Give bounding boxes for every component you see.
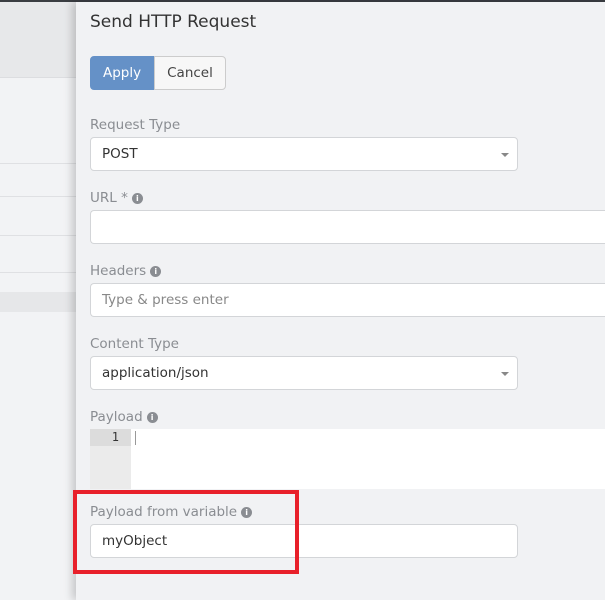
red-highlight-box: [73, 490, 299, 574]
headers-label: Headers i: [90, 263, 162, 279]
request-type-value: POST: [102, 146, 138, 162]
url-input[interactable]: [90, 210, 605, 244]
chevron-down-icon: [501, 372, 509, 376]
chevron-down-icon: [501, 153, 509, 157]
info-icon[interactable]: i: [146, 411, 158, 423]
headers-placeholder: Type & press enter: [102, 292, 229, 308]
request-type-select[interactable]: POST: [90, 137, 518, 171]
content-type-select[interactable]: application/json: [90, 356, 518, 390]
text-cursor: [135, 431, 136, 445]
apply-button[interactable]: Apply: [90, 56, 155, 90]
editor-gutter: 1: [90, 429, 131, 489]
info-icon[interactable]: i: [150, 265, 162, 277]
panel-title: Send HTTP Request: [90, 12, 257, 32]
request-type-label: Request Type: [90, 117, 181, 133]
headers-input[interactable]: Type & press enter: [90, 283, 605, 317]
line-number: 1: [90, 429, 131, 446]
payload-editor[interactable]: 1: [90, 429, 605, 489]
content-type-label: Content Type: [90, 336, 179, 352]
info-icon[interactable]: i: [131, 192, 143, 204]
cancel-button[interactable]: Cancel: [154, 56, 226, 90]
content-type-value: application/json: [102, 365, 209, 381]
payload-label: Payload i: [90, 409, 158, 425]
url-label: URL * i: [90, 190, 143, 206]
